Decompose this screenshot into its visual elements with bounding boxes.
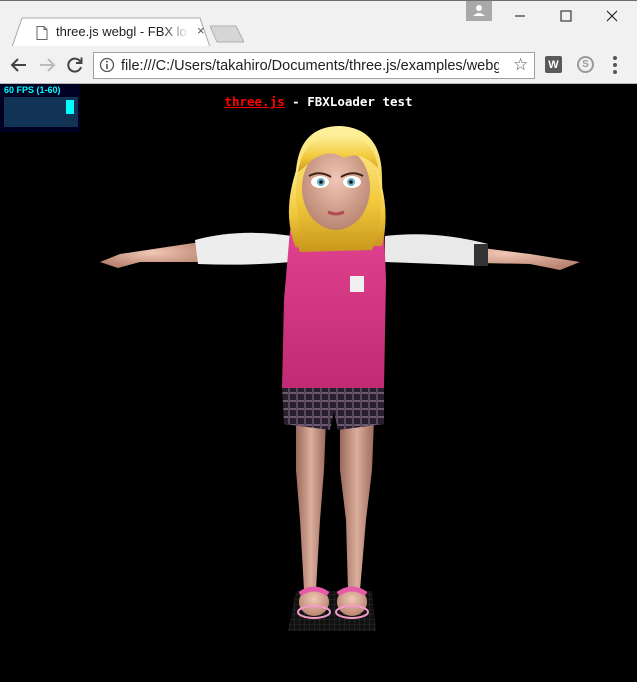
- profile-button[interactable]: [466, 1, 492, 21]
- title-bar: three.js webgl - FBX loader ×: [0, 0, 637, 47]
- reload-icon: [67, 57, 83, 73]
- arrow-right-icon: [40, 58, 56, 72]
- arrow-left-icon: [10, 58, 26, 72]
- info-description: - FBXLoader test: [284, 94, 413, 109]
- url-text[interactable]: file:///C:/Users/takahiro/Documents/thre…: [121, 58, 499, 74]
- close-window-button[interactable]: [589, 1, 635, 31]
- info-text: three.js - FBXLoader test: [0, 94, 637, 109]
- info-icon[interactable]: [99, 57, 115, 73]
- close-icon: [606, 10, 618, 22]
- tab-close-icon[interactable]: ×: [197, 23, 205, 38]
- person-icon: [473, 5, 485, 16]
- reload-button[interactable]: [64, 54, 86, 76]
- address-bar[interactable]: file:///C:/Users/takahiro/Documents/thre…: [93, 52, 535, 79]
- browser-menu-button[interactable]: [612, 54, 618, 76]
- bookmark-star-icon[interactable]: ☆: [513, 55, 528, 75]
- webgl-viewport[interactable]: 60 FPS (1-60) three.js - FBXLoader test: [0, 84, 637, 682]
- browser-toolbar: file:///C:/Users/takahiro/Documents/thre…: [0, 46, 637, 84]
- browser-tab[interactable]: three.js webgl - FBX loader ×: [12, 17, 218, 47]
- page-icon: [36, 26, 48, 40]
- fbx-character-model: [100, 126, 580, 631]
- back-button[interactable]: [8, 54, 30, 76]
- forward-button[interactable]: [36, 54, 58, 76]
- maximize-button[interactable]: [543, 1, 589, 31]
- extension-w-icon[interactable]: W: [545, 56, 562, 73]
- new-tab-button[interactable]: [209, 25, 245, 43]
- minimize-icon: [515, 15, 525, 17]
- threejs-link[interactable]: three.js: [224, 94, 284, 109]
- tab-title-fade: [162, 21, 190, 43]
- minimize-button[interactable]: [497, 1, 543, 31]
- extension-s-icon[interactable]: S: [577, 56, 594, 73]
- maximize-icon: [560, 10, 572, 22]
